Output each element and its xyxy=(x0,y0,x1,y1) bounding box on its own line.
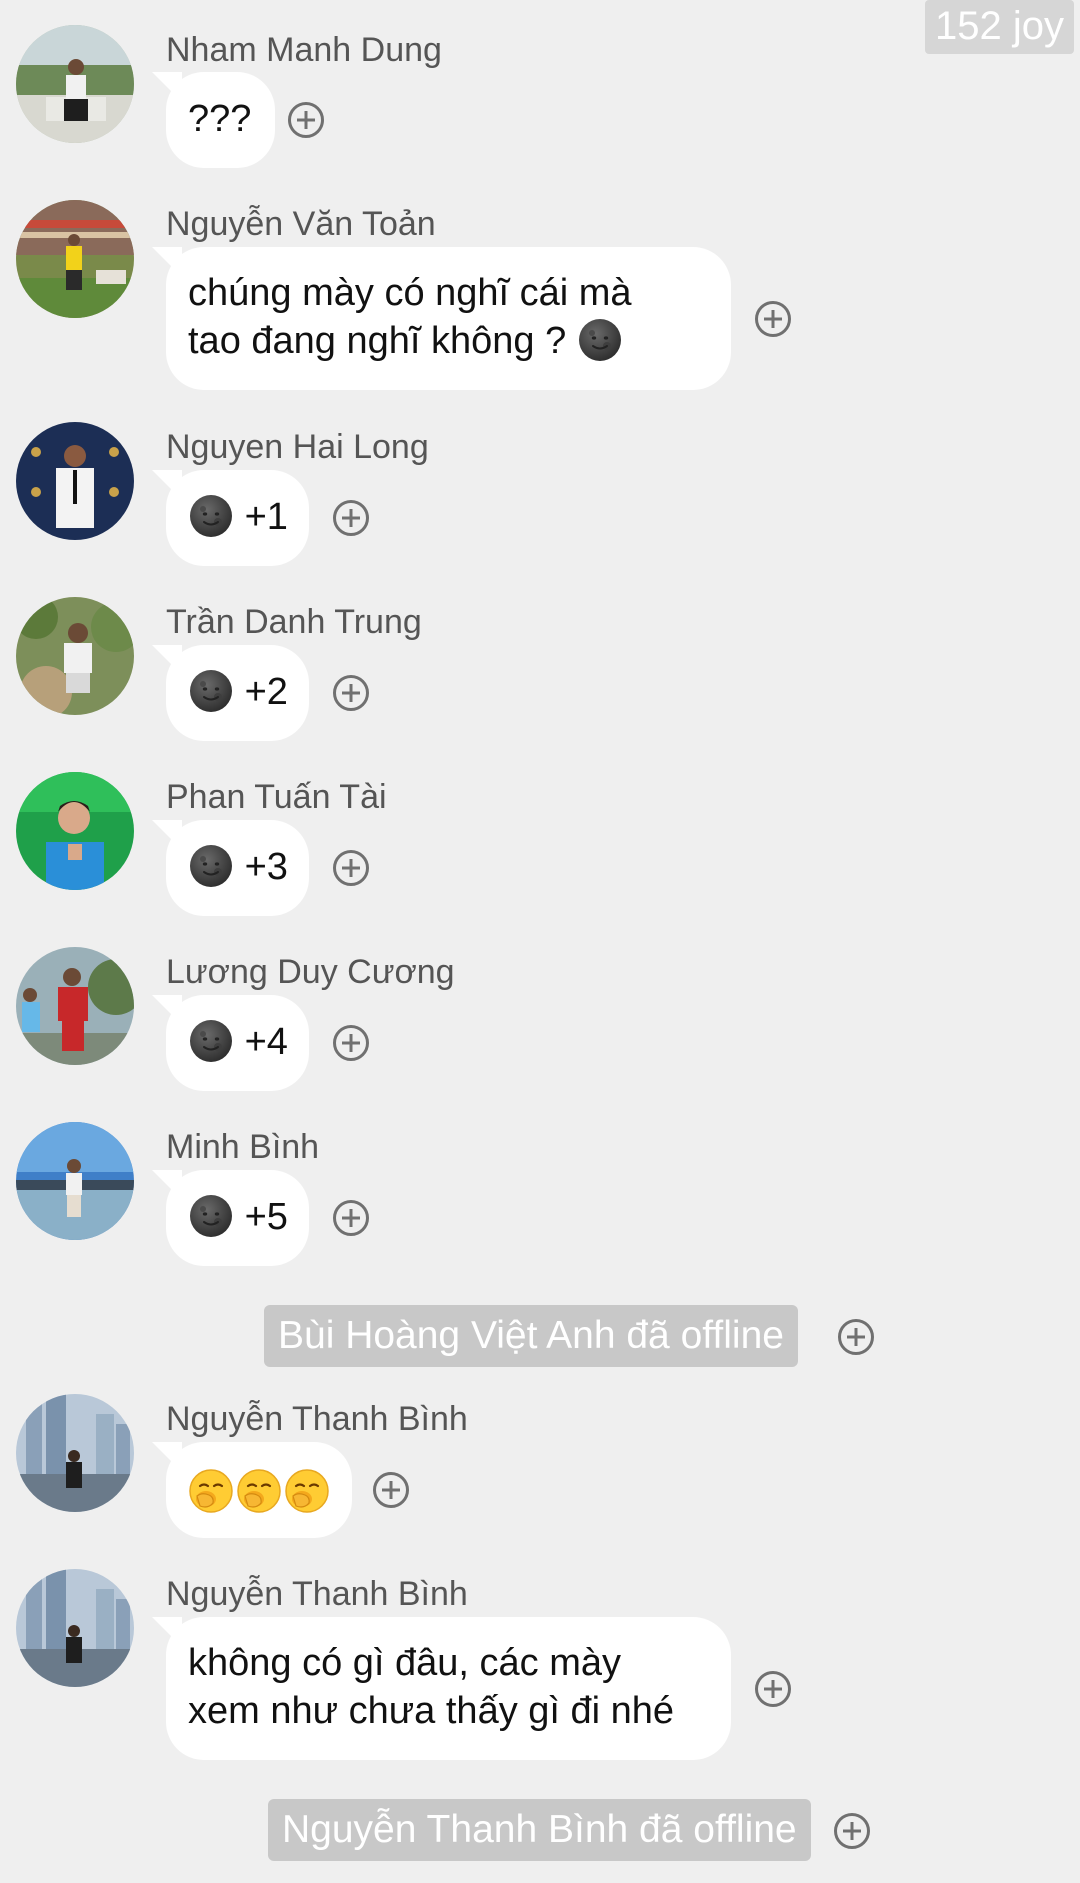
emoji-row xyxy=(188,1465,332,1514)
message-bubble[interactable]: +1 xyxy=(152,470,309,566)
avatar[interactable] xyxy=(16,1569,134,1687)
sender-name: Minh Bình xyxy=(166,1128,320,1166)
message-bubble[interactable]: +2 xyxy=(152,645,309,741)
message-text-line: +5 xyxy=(188,1193,288,1242)
message-text-line: không có gì đâu, các mày xyxy=(188,1642,622,1684)
message-text: +2 xyxy=(244,671,288,713)
message-bubble[interactable]: +3 xyxy=(152,820,309,916)
sender-name: Phan Tuấn Tài xyxy=(166,778,387,816)
plus-circle-icon[interactable] xyxy=(333,675,369,711)
message-text-line: xem như chưa thấy gì đi nhé xyxy=(188,1690,675,1732)
plus-circle-icon[interactable] xyxy=(288,102,324,138)
sender-name: Nguyễn Văn Toản xyxy=(166,205,436,243)
new-moon-face-icon xyxy=(188,1193,234,1239)
message-bubble[interactable] xyxy=(152,1442,352,1538)
message-text-line: +2 xyxy=(188,668,288,717)
avatar-photo xyxy=(16,1394,134,1512)
offline-notice: Bùi Hoàng Việt Anh đã offline xyxy=(264,1305,798,1367)
sender-name: Nguyen Hai Long xyxy=(166,428,429,466)
yawning-face-icon xyxy=(236,1468,282,1514)
new-moon-face-icon xyxy=(188,668,234,714)
plus-circle-icon[interactable] xyxy=(755,1671,791,1707)
message-bubble[interactable]: ??? xyxy=(152,72,276,168)
message-text: ??? xyxy=(188,98,252,140)
avatar[interactable] xyxy=(16,422,134,540)
message-text-line: chúng mày có nghĩ cái mà xyxy=(188,272,632,314)
bubble-tail xyxy=(152,1170,182,1200)
avatar[interactable] xyxy=(16,25,134,143)
message-text-line: tao đang nghĩ không ? xyxy=(188,317,707,366)
message-bubble[interactable]: +5 xyxy=(152,1170,309,1266)
yawning-face-icon xyxy=(188,1468,234,1514)
yawning-face-icon xyxy=(284,1468,330,1514)
bubble-tail xyxy=(152,820,182,850)
message-bubble[interactable]: +4 xyxy=(152,995,309,1091)
sender-name: Trần Danh Trung xyxy=(166,603,422,641)
message-bubble[interactable]: không có gì đâu, các mày xem như chưa th… xyxy=(152,1617,731,1760)
avatar[interactable] xyxy=(16,1122,134,1240)
plus-circle-icon[interactable] xyxy=(755,301,791,337)
plus-circle-icon[interactable] xyxy=(373,1472,409,1508)
plus-circle-icon[interactable] xyxy=(838,1319,874,1355)
new-moon-face-icon xyxy=(188,843,234,889)
new-moon-face-icon xyxy=(188,1018,234,1064)
avatar-photo xyxy=(16,947,134,1065)
message-text-line: +4 xyxy=(188,1018,288,1067)
avatar-photo xyxy=(16,597,134,715)
offline-notice: Nguyễn Thanh Bình đã offline xyxy=(268,1799,811,1861)
avatar-photo xyxy=(16,1569,134,1687)
bubble-tail xyxy=(152,1617,182,1647)
message-text: +3 xyxy=(244,846,288,888)
bubble-tail xyxy=(152,995,182,1025)
avatar[interactable] xyxy=(16,947,134,1065)
plus-circle-icon[interactable] xyxy=(333,500,369,536)
bubble-tail xyxy=(152,645,182,675)
message-text: +5 xyxy=(244,1196,288,1238)
plus-circle-icon[interactable] xyxy=(333,850,369,886)
message-text: +4 xyxy=(244,1021,288,1063)
avatar[interactable] xyxy=(16,200,134,318)
bubble-tail xyxy=(152,1442,182,1472)
message-bubble[interactable]: chúng mày có nghĩ cái mà tao đang nghĩ k… xyxy=(152,247,731,390)
plus-circle-icon[interactable] xyxy=(333,1200,369,1236)
sender-name: Nguyễn Thanh Bình xyxy=(166,1575,468,1613)
avatar-photo xyxy=(16,422,134,540)
bubble-tail xyxy=(152,247,182,277)
new-moon-face-icon xyxy=(188,493,234,539)
watermark-label: 152 joy xyxy=(925,0,1074,54)
bubble-tail xyxy=(152,72,182,102)
avatar-photo xyxy=(16,200,134,318)
avatar-photo xyxy=(16,25,134,143)
sender-name: Nguyễn Thanh Bình xyxy=(166,1400,468,1438)
new-moon-face-icon xyxy=(577,317,623,363)
avatar[interactable] xyxy=(16,772,134,890)
avatar-photo xyxy=(16,772,134,890)
avatar-photo xyxy=(16,1122,134,1240)
sender-name: Nham Manh Dung xyxy=(166,31,442,69)
message-text-line: +3 xyxy=(188,843,288,892)
message-text: +1 xyxy=(244,496,288,538)
message-text-line: +1 xyxy=(188,493,288,542)
plus-circle-icon[interactable] xyxy=(333,1025,369,1061)
plus-circle-icon[interactable] xyxy=(834,1813,870,1849)
message-text: tao đang nghĩ không ? xyxy=(188,320,567,362)
avatar[interactable] xyxy=(16,1394,134,1512)
bubble-tail xyxy=(152,470,182,500)
sender-name: Lương Duy Cương xyxy=(166,953,455,991)
avatar[interactable] xyxy=(16,597,134,715)
